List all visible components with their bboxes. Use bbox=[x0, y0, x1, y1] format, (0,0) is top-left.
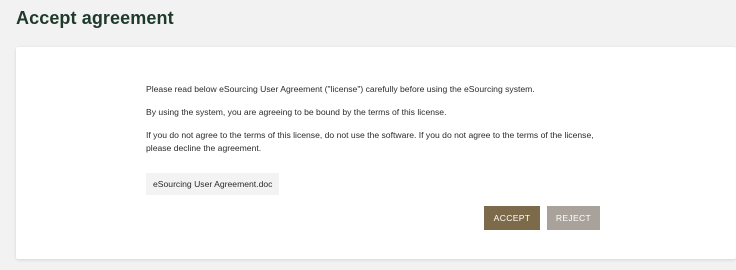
accept-button[interactable]: ACCEPT bbox=[484, 206, 540, 230]
agreement-text: Please read below eSourcing User Agreeme… bbox=[146, 83, 616, 165]
agreement-paragraph-binding: By using the system, you are agreeing to… bbox=[146, 107, 447, 117]
agreement-page: Accept agreement Please read below eSour… bbox=[0, 0, 736, 270]
reject-button[interactable]: REJECT bbox=[547, 206, 600, 230]
agreement-paragraph-decline: If you do not agree to the terms of this… bbox=[146, 130, 594, 153]
page-title: Accept agreement bbox=[16, 8, 174, 28]
agreement-card: Please read below eSourcing User Agreeme… bbox=[16, 47, 736, 259]
agreement-paragraph-intro: Please read below eSourcing User Agreeme… bbox=[146, 84, 535, 94]
agreement-file-link[interactable]: eSourcing User Agreement.doc bbox=[146, 173, 280, 195]
